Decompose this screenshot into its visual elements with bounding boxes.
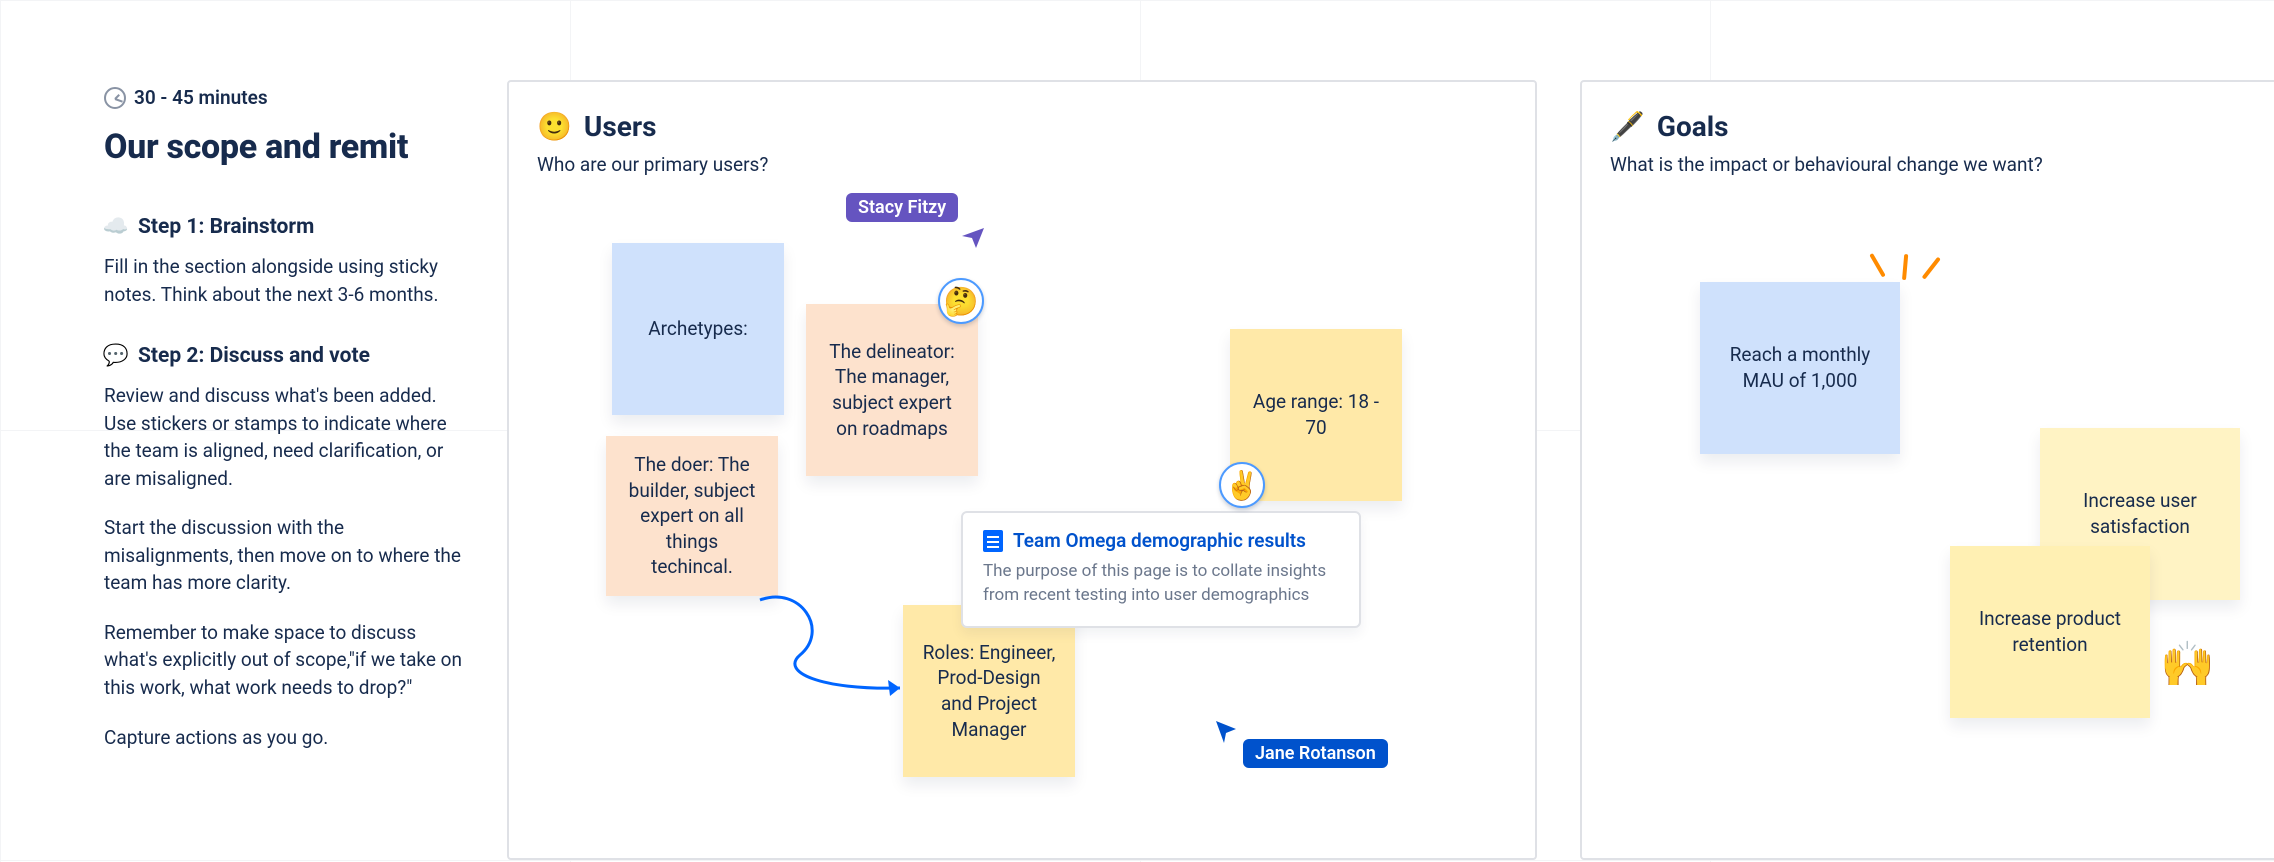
linkcard-title: Team Omega demographic results <box>1013 529 1306 552</box>
sticky-delineator[interactable]: The delineator: The manager, subject exp… <box>806 304 978 476</box>
users-header: 🙂 Users <box>537 110 768 143</box>
step1-body: Fill in the section alongside using stic… <box>104 253 464 308</box>
linkcard-demographics[interactable]: Team Omega demographic results The purpo… <box>961 511 1361 628</box>
step2-header: 💬 Step 2: Discuss and vote <box>104 344 464 368</box>
speech-icon: 💬 <box>104 344 128 368</box>
cursor-jane-tag: Jane Rotanson <box>1243 739 1388 768</box>
cursor-stacy-tag: Stacy Fitzy <box>846 193 958 222</box>
sticky-archetypes[interactable]: Archetypes: <box>612 243 784 415</box>
duration-row: 30 - 45 minutes <box>104 86 464 109</box>
cursor-jane-arrow <box>1214 719 1240 750</box>
cloud-icon: ☁️ <box>104 215 128 239</box>
linkcard-desc: The purpose of this page is to collate i… <box>983 560 1339 608</box>
thinking-stamp[interactable]: 🤔 <box>938 278 984 324</box>
sticky-mau[interactable]: Reach a monthly MAU of 1,000 <box>1700 282 1900 454</box>
step2-body-1: Review and discuss what's been added. Us… <box>104 382 464 492</box>
pen-icon: 🖋️ <box>1610 113 1645 141</box>
connector-arrow <box>740 590 940 720</box>
users-subtitle: Who are our primary users? <box>537 153 768 176</box>
whiteboard-canvas[interactable]: 30 - 45 minutes Our scope and remit ☁️ S… <box>0 0 2274 862</box>
goals-title: Goals <box>1657 110 1729 143</box>
smile-icon: 🙂 <box>537 113 572 141</box>
step1-header: ☁️ Step 1: Brainstorm <box>104 215 464 239</box>
raised-hands-stamp[interactable]: 🙌 <box>2160 638 2215 690</box>
thinking-icon: 🤔 <box>944 285 979 318</box>
cursor-stacy-arrow <box>962 226 988 257</box>
clock-icon <box>104 87 126 109</box>
duration-text: 30 - 45 minutes <box>134 86 268 109</box>
doc-icon <box>983 530 1003 552</box>
goals-header: 🖋️ Goals <box>1610 110 2043 143</box>
goals-subtitle: What is the impact or behavioural change… <box>1610 153 2043 176</box>
victory-stamp[interactable]: ✌️ <box>1219 462 1265 508</box>
step2-label: Step 2: Discuss and vote <box>138 344 370 368</box>
sidebar-block: 30 - 45 minutes Our scope and remit ☁️ S… <box>104 86 464 751</box>
sticky-retention[interactable]: Increase product retention <box>1950 546 2150 718</box>
step1-label: Step 1: Brainstorm <box>138 215 314 239</box>
page-title: Our scope and remit <box>104 127 464 167</box>
sticky-doer[interactable]: The doer: The builder, subject expert on… <box>606 436 778 596</box>
step2-body-4: Capture actions as you go. <box>104 724 464 752</box>
victory-icon: ✌️ <box>1225 469 1260 502</box>
users-title: Users <box>584 110 657 143</box>
step2-body-3: Remember to make space to discuss what's… <box>104 619 464 702</box>
step2-body-2: Start the discussion with the misalignme… <box>104 514 464 597</box>
